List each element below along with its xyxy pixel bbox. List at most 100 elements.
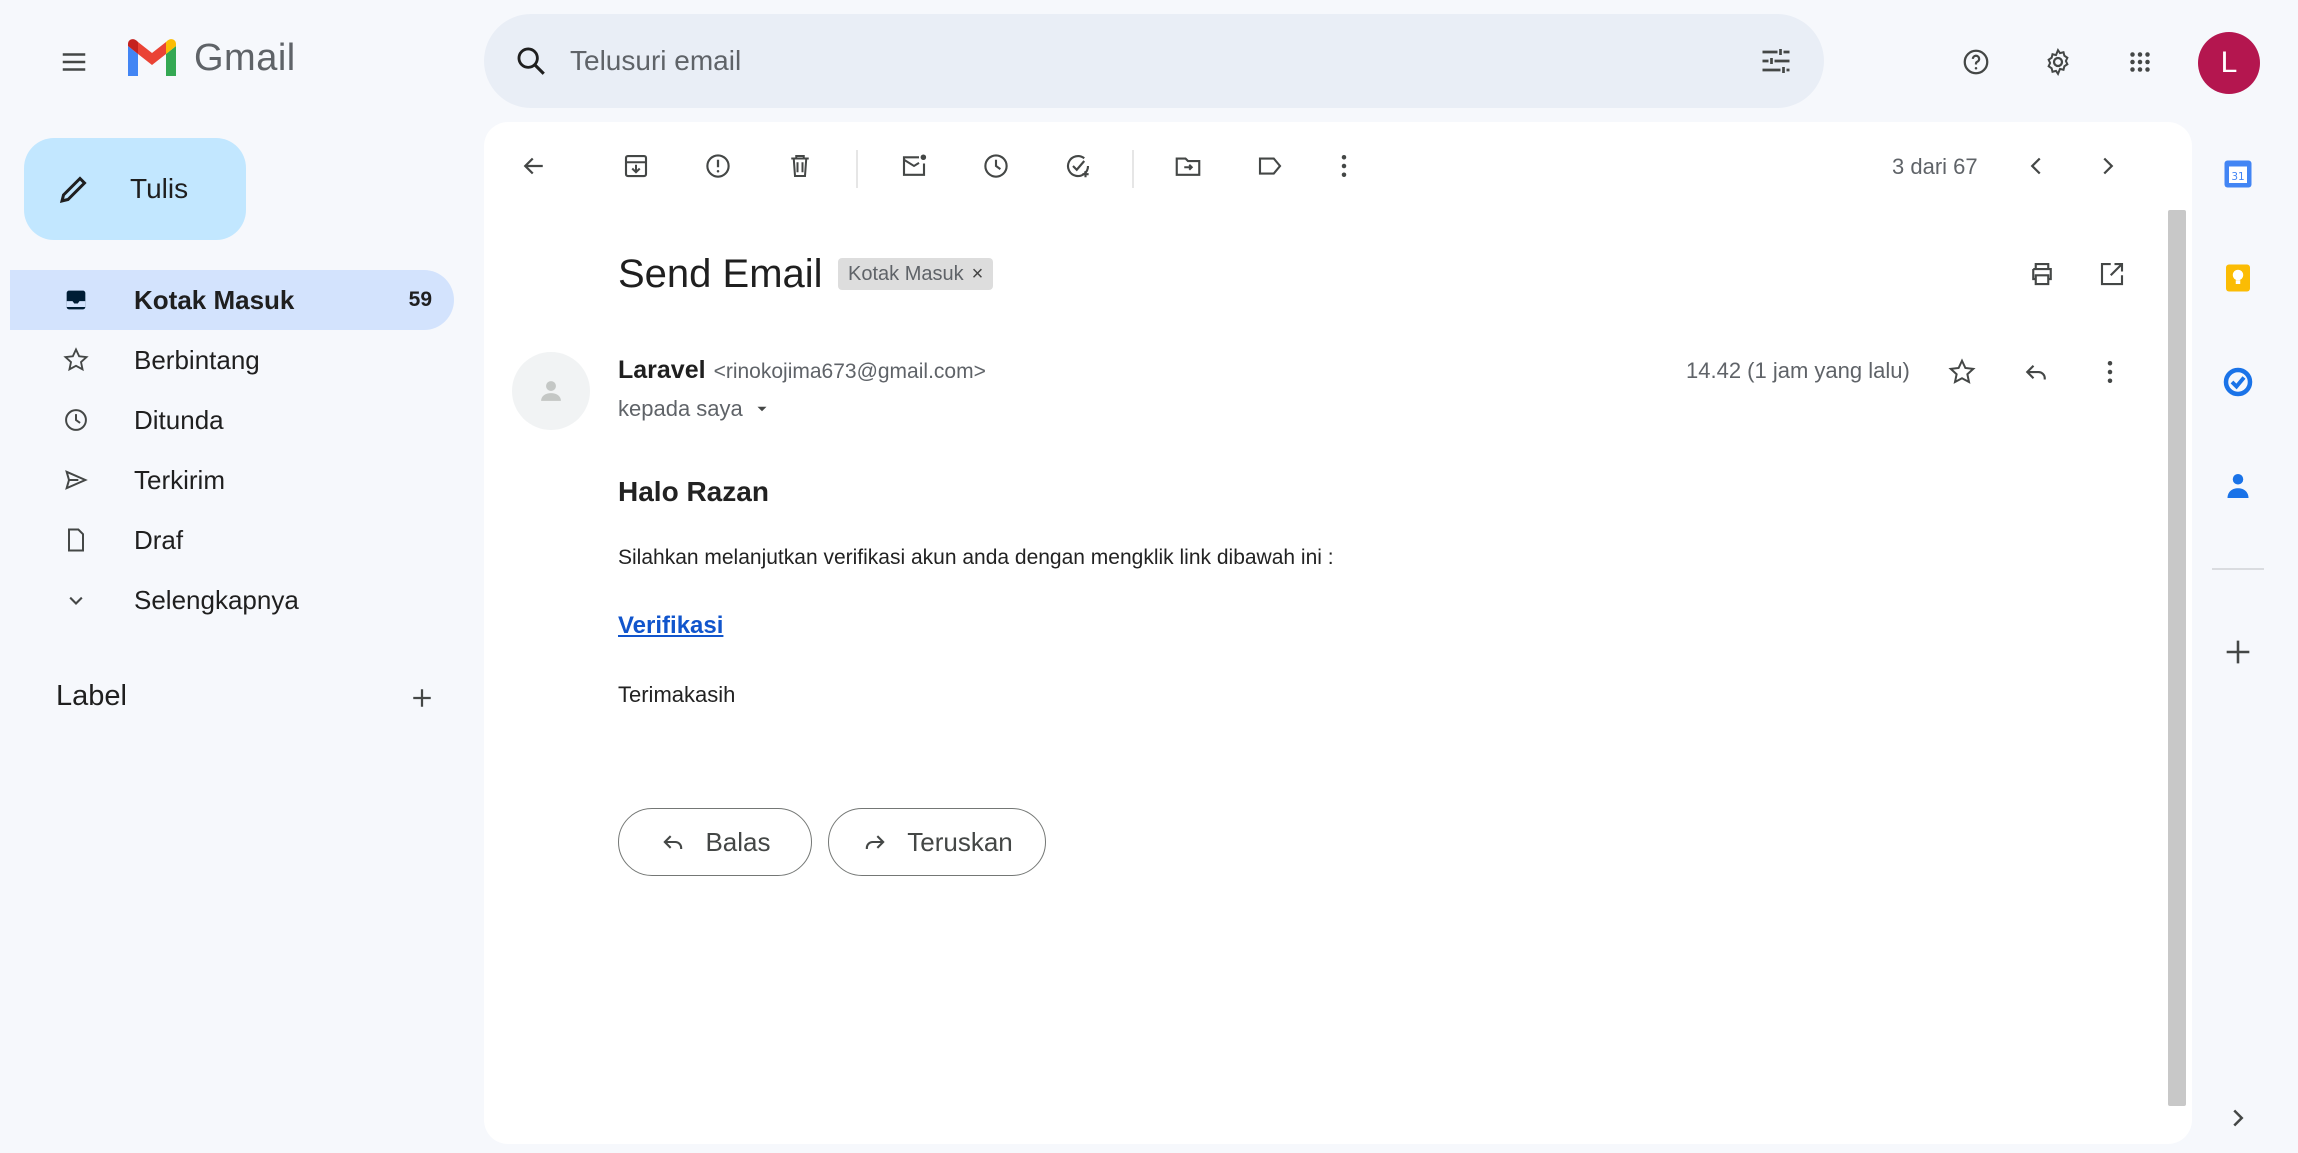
star-icon [1948,358,1976,384]
search-input[interactable]: Telusuri email [570,45,1758,77]
svg-text:31: 31 [2231,171,2244,183]
sidebar-item-more[interactable]: Selengkapnya [10,570,454,630]
app-name: Gmail [194,36,296,79]
email-closing: Terimakasih [618,682,736,707]
keep-icon [2226,264,2250,292]
chevron-right-icon [2103,157,2114,175]
report-spam-button[interactable] [690,138,746,194]
older-button[interactable] [2080,138,2136,194]
clock-icon [984,154,1008,178]
archive-button[interactable] [608,138,664,194]
labels-heading: Label [56,680,127,712]
help-button[interactable] [1948,34,2004,90]
scrollbar[interactable] [2168,210,2186,1106]
compose-label: Tulis [130,173,189,204]
labels-button[interactable] [1242,138,1298,194]
star-email-button[interactable] [1934,344,1990,400]
print-button[interactable] [2014,246,2070,302]
sidebar-item-label: Berbintang [134,344,260,375]
more-options-button[interactable] [1316,138,1372,194]
reply-icon [663,835,683,849]
keep-app-button[interactable] [2216,256,2260,300]
open-new-window-button[interactable] [2084,246,2140,302]
gmail-logo[interactable]: Gmail [124,36,296,80]
tasks-app-button[interactable] [2216,360,2260,404]
sidebar-item-label: Draf [134,524,184,555]
account-avatar[interactable]: L [2198,32,2260,94]
chevron-right-icon [2233,1109,2244,1127]
help-icon [1963,49,1989,75]
recipient-details[interactable]: kepada saya [618,396,771,422]
delete-button[interactable] [772,138,828,194]
pagination-text: 3 dari 67 [1892,154,1978,179]
gear-icon [2047,47,2069,77]
label-chip-text: Kotak Masuk [848,262,964,285]
sender-avatar[interactable] [512,352,590,430]
open-in-new-icon [2100,262,2124,286]
contacts-app-button[interactable] [2216,464,2260,508]
chevron-down-icon [60,584,92,616]
email-body: Silahkan melanjutkan verifikasi akun and… [618,546,1334,569]
apps-grid-icon [2130,52,2150,72]
email-timestamp: 14.42 (1 jam yang lalu) [1686,358,1910,383]
main-menu-button[interactable] [46,34,102,90]
sidebar-item-starred[interactable]: Berbintang [10,330,454,390]
send-icon [60,464,92,496]
move-folder-icon [1175,157,1201,176]
add-task-icon [1066,155,1090,178]
remove-label-icon[interactable]: × [972,263,984,286]
forward-label: Teruskan [907,826,1013,857]
sidebar-item-inbox[interactable]: Kotak Masuk 59 [10,270,454,330]
print-icon [2032,262,2052,286]
gmail-m-icon [128,39,176,76]
search-icon[interactable] [514,44,548,78]
label-icon [1258,157,1282,175]
settings-button[interactable] [2030,34,2086,90]
sidebar-item-sent[interactable]: Terkirim [10,450,454,510]
clock-icon [60,404,92,436]
calendar-app-button[interactable]: 31 [2216,152,2260,196]
trash-icon [791,155,809,177]
create-label-button[interactable] [394,670,450,726]
forward-icon [866,835,885,849]
mark-unread-icon [902,154,927,176]
back-button[interactable] [506,138,562,194]
snooze-button[interactable] [968,138,1024,194]
search-options-icon[interactable] [1758,43,1794,79]
reply-icon-button[interactable] [2008,344,2064,400]
plus-icon [413,689,431,707]
sidebar-item-label: Terkirim [134,464,225,495]
google-apps-button[interactable] [2112,34,2168,90]
move-to-button[interactable] [1160,138,1216,194]
mark-unread-button[interactable] [886,138,942,194]
compose-button[interactable]: Tulis [24,138,246,240]
hamburger-icon [62,53,86,71]
caret-down-icon [757,406,767,412]
forward-button[interactable]: Teruskan [828,808,1046,876]
inbox-label-chip[interactable]: Kotak Masuk × [838,258,994,290]
rail-divider [2212,568,2264,570]
email-greeting: Halo Razan [618,476,769,507]
sidebar-item-snoozed[interactable]: Ditunda [10,390,454,450]
verify-link[interactable]: Verifikasi [618,612,723,640]
newer-button[interactable] [2008,138,2064,194]
archive-icon [624,154,648,178]
contacts-icon [2227,474,2249,498]
reply-icon [2025,364,2046,380]
inbox-icon [60,284,92,316]
sidebar-item-label: Kotak Masuk [134,284,295,315]
plus-icon [2226,640,2250,664]
get-addons-button[interactable] [2216,630,2260,674]
show-side-panel-button[interactable] [2216,1096,2260,1140]
search-bar[interactable]: Telusuri email [484,14,1824,108]
star-icon [60,344,92,376]
message-more-button[interactable] [2082,344,2138,400]
calendar-icon: 31 [2224,160,2252,188]
spam-icon [706,154,730,178]
add-task-button[interactable] [1050,138,1106,194]
arrow-left-icon [523,157,543,175]
reply-button[interactable]: Balas [618,808,812,876]
unread-count: 59 [408,288,432,311]
more-vert-icon [2107,361,2113,383]
sidebar-item-drafts[interactable]: Draf [10,510,454,570]
